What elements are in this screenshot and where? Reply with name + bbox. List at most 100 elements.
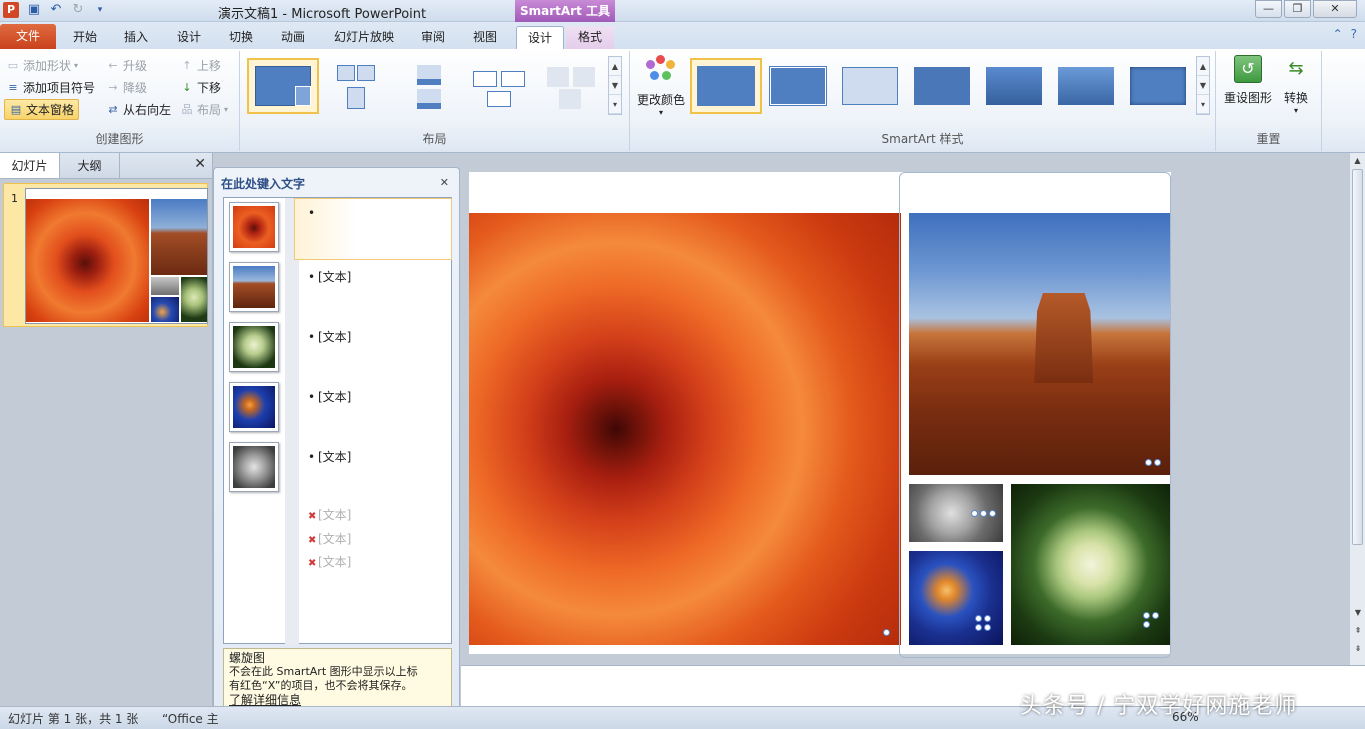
text-entry-2[interactable]: • [文本]	[308, 268, 351, 285]
tab-smartart-design[interactable]: 设计	[516, 26, 564, 50]
tab-home[interactable]: 开始	[62, 26, 108, 49]
tab-review[interactable]: 审阅	[410, 26, 456, 49]
layout-name: 螺旋图	[229, 651, 266, 665]
layout-picture-blocks[interactable]	[540, 58, 602, 114]
group-label-reset: 重置	[1256, 132, 1281, 146]
text-entry-hidden-2[interactable]: ✖ [文本]	[308, 530, 351, 547]
ribbon: ▭ 添加形状 ▾ ≡ 添加项目符号 ▤ 文本窗格 ← 升级 → 降级 ⇄ 从右向左 ↑ 上移 ↓…	[0, 49, 1365, 153]
text-entry-1[interactable]: •	[308, 206, 318, 220]
customize-qat-icon[interactable]: ▾	[92, 2, 108, 18]
tab-animations[interactable]: 动画	[270, 26, 316, 49]
convert-button[interactable]: ⇆ 转换 ▾	[1276, 55, 1316, 115]
text-pane-close-icon[interactable]: ✕	[440, 176, 449, 189]
text-entry-hidden-1[interactable]: ✖ [文本]	[308, 506, 351, 523]
redo-icon[interactable]: ↻	[70, 2, 86, 18]
picture-placeholder-desert[interactable]	[229, 262, 279, 312]
tab-slideshow[interactable]: 幻灯片放映	[326, 26, 402, 49]
layout-button[interactable]: 品布局 ▾	[180, 101, 229, 118]
style-moderate[interactable]	[908, 58, 974, 114]
help-area: ⌃ ?	[1333, 27, 1357, 41]
tab-view[interactable]: 视图	[462, 26, 508, 49]
tab-file[interactable]: 文件	[0, 24, 56, 49]
layouts-gallery-scroll: ▲ ▼ ▾	[608, 56, 622, 115]
editor-vertical-scrollbar[interactable]: ▲ ▼ ⇞ ⇟	[1349, 153, 1365, 665]
text-entry-3[interactable]: • [文本]	[308, 328, 351, 345]
change-colors-button[interactable]: 更改颜色 ▾	[634, 55, 688, 117]
gallery-up-icon[interactable]: ▲	[609, 57, 621, 76]
text-entry-5[interactable]: • [文本]	[308, 448, 351, 465]
promote-button[interactable]: ← 升级	[106, 57, 147, 74]
smartart-text-pane: 在此处键入文字 ✕ • • [文本] • [文本] • [文本] • [文本] ✖ [文本…	[213, 167, 460, 721]
window-controls: — ❐ ✕	[1255, 0, 1357, 18]
move-up-button[interactable]: ↑ 上移	[180, 57, 221, 74]
gallery-more-icon[interactable]: ▾	[609, 95, 621, 114]
gallery-down-icon[interactable]: ▼	[609, 76, 621, 95]
minimize-button[interactable]: —	[1255, 0, 1282, 18]
tab-transitions[interactable]: 切换	[218, 26, 264, 49]
help-icon[interactable]: ?	[1351, 27, 1357, 41]
quick-access-toolbar: ▣ ↶ ↻ ▾	[26, 2, 108, 18]
tab-outline[interactable]: 大纲	[60, 153, 120, 178]
style-subtle[interactable]	[836, 58, 902, 114]
ribbon-tab-bar: 文件 开始 插入 设计 切换 动画 幻灯片放映 审阅 视图 设计 格式 ⌃ ?	[0, 22, 1365, 50]
picture-handle-icon	[883, 629, 890, 636]
layout-spiral-picture[interactable]	[247, 58, 319, 114]
previous-slide-icon[interactable]: ⇞	[1350, 623, 1365, 639]
save-icon[interactable]: ▣	[26, 2, 42, 18]
style-white-outline[interactable]	[764, 58, 830, 114]
tab-smartart-format[interactable]: 格式	[566, 26, 614, 49]
picture-placeholder-koala[interactable]	[229, 442, 279, 492]
learn-more-link[interactable]: 了解详细信息	[229, 693, 446, 707]
org-layout-icon: 品	[181, 102, 193, 116]
right-to-left-button[interactable]: ⇄ 从右向左	[106, 101, 171, 118]
layout-picture-grid[interactable]	[328, 58, 388, 114]
styles-more-icon[interactable]: ▾	[1197, 95, 1209, 114]
collapse-ribbon-icon[interactable]: ⌃	[1333, 27, 1343, 41]
theme-status[interactable]: “Office 主	[162, 710, 219, 727]
undo-icon[interactable]: ↶	[48, 2, 64, 18]
styles-down-icon[interactable]: ▼	[1197, 76, 1209, 95]
text-entry-hidden-3[interactable]: ✖ [文本]	[308, 553, 351, 570]
layout-vertical-pictures[interactable]	[400, 58, 456, 114]
reset-graphic-button[interactable]: ↺ 重设图形	[1220, 55, 1276, 106]
text-pane-strip	[285, 198, 299, 645]
group-smartart-styles: 更改颜色 ▾ ▲ ▼ ▾ SmartArt 样式	[630, 51, 1216, 151]
scroll-thumb[interactable]	[1352, 169, 1363, 545]
next-slide-icon[interactable]: ⇟	[1350, 641, 1365, 657]
bullet-icon: •	[308, 330, 316, 344]
layout-bending-pictures[interactable]	[468, 58, 530, 114]
move-up-icon: ↑	[182, 58, 192, 72]
style-inset[interactable]	[1124, 58, 1190, 114]
close-button[interactable]: ✕	[1313, 0, 1357, 18]
smartart-selection-frame[interactable]	[899, 172, 1171, 658]
title-bar: P ▣ ↶ ↻ ▾ 演示文稿1 - Microsoft PowerPoint S…	[0, 0, 1365, 22]
bullet-icon: •	[308, 450, 316, 464]
scroll-up-icon[interactable]: ▲	[1350, 153, 1365, 169]
move-down-button[interactable]: ↓ 下移	[180, 79, 221, 96]
group-label-layouts: 布局	[422, 132, 447, 146]
reset-graphic-icon: ↺	[1234, 55, 1262, 83]
style-intense[interactable]	[980, 58, 1046, 114]
text-pane-button[interactable]: ▤ 文本窗格	[4, 99, 80, 120]
tab-design[interactable]: 设计	[166, 26, 212, 49]
close-pane-icon[interactable]: ✕	[194, 156, 206, 172]
powerpoint-app-icon[interactable]: P	[3, 2, 19, 18]
bullet-icon: •	[308, 390, 316, 404]
styles-up-icon[interactable]: ▲	[1197, 57, 1209, 76]
restore-button[interactable]: ❐	[1284, 0, 1311, 18]
add-bullet-button[interactable]: ≡ 添加项目符号	[6, 79, 95, 96]
smartart-picture-flower[interactable]	[469, 213, 901, 645]
picture-placeholder-flower[interactable]	[229, 202, 279, 252]
text-entry-4[interactable]: • [文本]	[308, 388, 351, 405]
picture-placeholder-jellyfish[interactable]	[229, 382, 279, 432]
slide-thumbnail-1[interactable]: 1	[3, 183, 208, 327]
styles-gallery-scroll: ▲ ▼ ▾	[1196, 56, 1210, 115]
style-simple-fill[interactable]	[690, 58, 762, 114]
add-shape-button[interactable]: ▭ 添加形状 ▾	[6, 57, 78, 74]
tab-insert[interactable]: 插入	[113, 26, 159, 49]
picture-placeholder-hydrangea[interactable]	[229, 322, 279, 372]
scroll-down-icon[interactable]: ▼	[1350, 605, 1365, 621]
tab-slides[interactable]: 幻灯片	[0, 153, 60, 178]
demote-button[interactable]: → 降级	[106, 79, 147, 96]
style-polished[interactable]	[1052, 58, 1118, 114]
